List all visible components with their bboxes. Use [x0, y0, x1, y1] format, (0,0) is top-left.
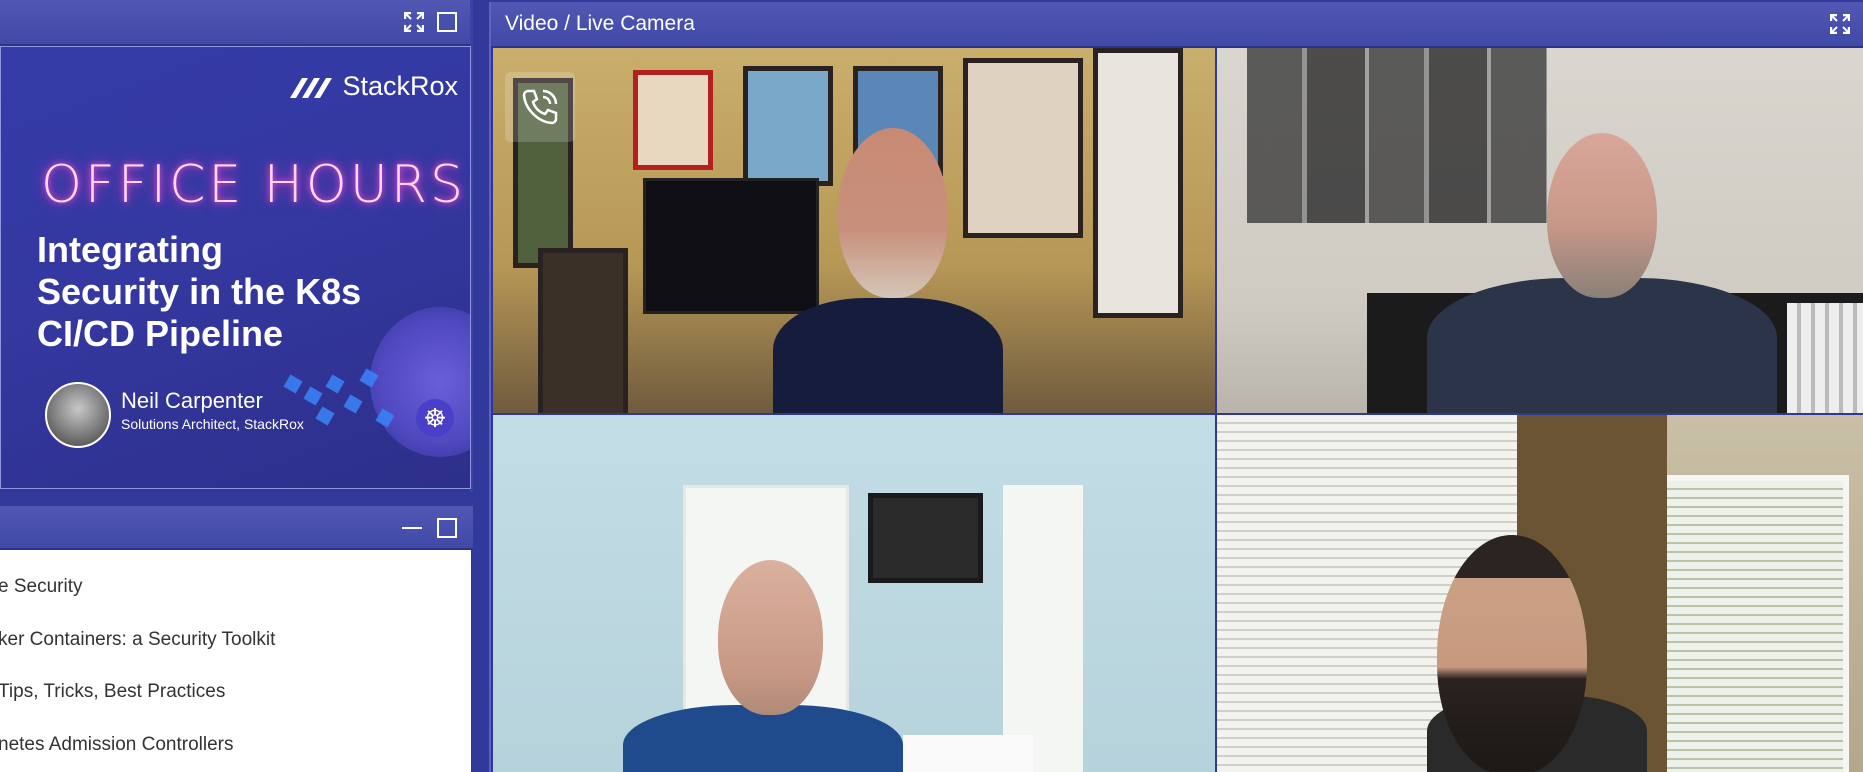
video-tile-2[interactable] [1217, 48, 1863, 413]
cube-icon [303, 386, 323, 406]
cube-icon [343, 394, 363, 414]
expand-icon[interactable] [1830, 14, 1850, 34]
speaker-avatar [45, 382, 111, 448]
brand-name: StackRox [342, 71, 458, 101]
participant-body [623, 705, 903, 772]
video-tile-1[interactable] [493, 48, 1215, 413]
window-blinds [1657, 475, 1849, 772]
participant-body [773, 298, 1003, 413]
cube-icon [283, 374, 303, 394]
wall-frame [743, 66, 833, 186]
stackrox-logo: StackRox [288, 71, 458, 102]
small-table [903, 735, 1033, 772]
participant-body [1427, 278, 1777, 413]
list-item[interactable]: ker Containers: a Security Toolkit [0, 629, 275, 651]
minimize-icon[interactable] [402, 527, 422, 529]
maximize-icon[interactable] [437, 12, 457, 32]
video-panel: Video / Live Camera [489, 2, 1863, 772]
decorative-graphic [370, 307, 470, 457]
phone-call-button[interactable] [505, 72, 575, 142]
cube-icon [325, 374, 345, 394]
slide-panel-titlebar [0, 0, 470, 46]
wall-frame [868, 493, 983, 583]
participant-head [1547, 133, 1657, 298]
video-panel-title: Video / Live Camera [505, 12, 695, 35]
door [1003, 485, 1083, 772]
wall-frame [1093, 48, 1183, 318]
participant-head [838, 128, 948, 298]
wall-frame [963, 58, 1083, 238]
speaker-name: Neil Carpenter [121, 388, 263, 413]
speaker-role: Solutions Architect, StackRox [121, 416, 304, 432]
kubernetes-icon: ☸ [416, 399, 454, 437]
talk-title: Integrating Security in the K8s CI/CD Pi… [37, 229, 362, 354]
session-list: e Security ker Containers: a Security To… [0, 550, 471, 772]
video-grid [493, 48, 1863, 772]
cube-icon [315, 406, 335, 426]
slide-heading: OFFICE HOURS [41, 155, 467, 215]
balusters [1787, 303, 1863, 413]
video-tile-4[interactable] [1217, 415, 1863, 772]
phone-call-icon [522, 89, 558, 125]
list-item[interactable]: Tips, Tricks, Best Practices [0, 681, 225, 703]
video-panel-titlebar: Video / Live Camera [491, 2, 1863, 48]
list-panel: e Security ker Containers: a Security To… [0, 506, 473, 772]
wall-frame [633, 70, 713, 170]
photo-collage [1247, 48, 1547, 223]
presentation-slide: StackRox OFFICE HOURS Integrating Securi… [0, 46, 471, 489]
list-panel-titlebar [0, 506, 473, 550]
list-item[interactable]: e Security [0, 576, 82, 598]
maximize-icon[interactable] [437, 518, 457, 538]
wall-frame [538, 248, 628, 413]
expand-icon[interactable] [404, 12, 424, 32]
stackrox-logo-mark-icon [290, 77, 333, 98]
list-item[interactable]: netes Admission Controllers [0, 734, 234, 756]
monitor [643, 178, 819, 314]
video-tile-3[interactable] [493, 415, 1215, 772]
participant-head [1437, 535, 1587, 772]
participant-head [718, 560, 823, 715]
slide-panel: StackRox OFFICE HOURS Integrating Securi… [0, 0, 473, 492]
